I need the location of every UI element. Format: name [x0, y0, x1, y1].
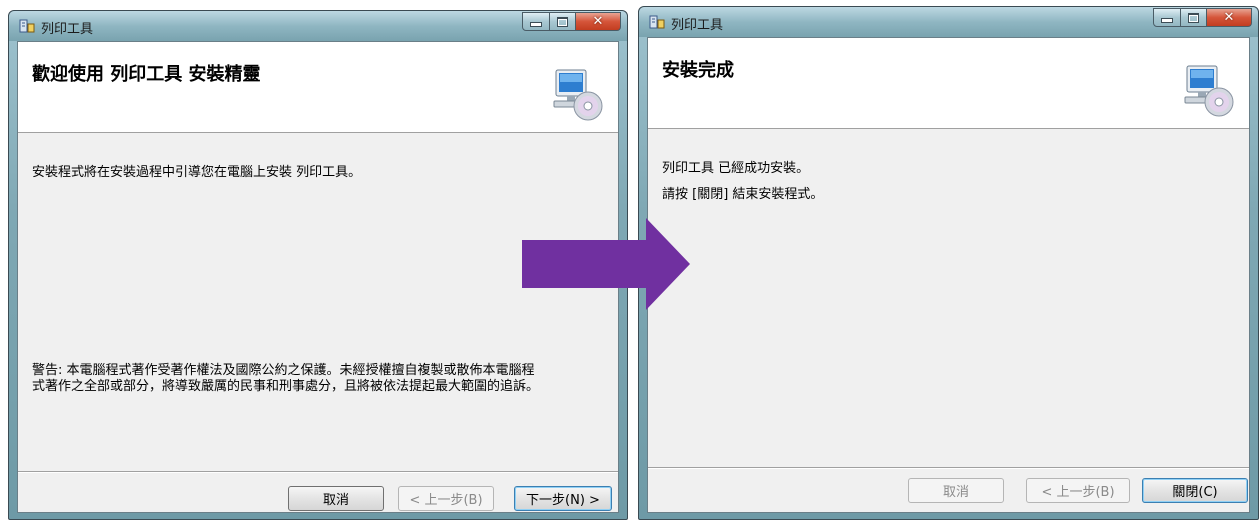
title-bar[interactable]: 列印工具 ✕ — [9, 11, 627, 41]
intro-text: 安裝程式將在安裝過程中引導您在電腦上安裝 列印工具。 — [32, 165, 362, 180]
setup-wizard-complete-window: 列印工具 ✕ 安裝完成 列印工具 已經成功安裝。 請按 [關閉] 結束安裝程式。… — [638, 6, 1259, 520]
right-arrow-icon — [522, 218, 690, 310]
footer-divider — [18, 471, 618, 473]
window-title: 列印工具 — [41, 22, 94, 37]
maximize-icon — [1188, 12, 1199, 23]
setup-icon — [19, 19, 35, 33]
setup-icon — [649, 15, 665, 29]
minimize-button[interactable] — [1153, 8, 1181, 27]
wizard-header: 安裝完成 — [648, 38, 1249, 129]
minimize-icon — [1161, 18, 1173, 23]
computer-cd-icon — [553, 69, 603, 121]
back-button[interactable]: < 上一步(B) — [1026, 478, 1130, 503]
close-instruction-text: 請按 [關閉] 結束安裝程式。 — [662, 187, 824, 202]
window-title: 列印工具 — [671, 18, 724, 33]
page-title: 安裝完成 — [662, 60, 734, 81]
footer-divider — [648, 467, 1249, 469]
wizard-client-area: 安裝完成 列印工具 已經成功安裝。 請按 [關閉] 結束安裝程式。 取消 < 上… — [647, 37, 1250, 513]
maximize-button[interactable] — [550, 12, 576, 31]
maximize-icon — [557, 16, 568, 27]
close-button[interactable]: ✕ — [1207, 8, 1252, 27]
minimize-button[interactable] — [522, 12, 550, 31]
page-title: 歡迎使用 列印工具 安裝精靈 — [32, 64, 261, 85]
close-dialog-button[interactable]: 關閉(C) — [1142, 478, 1248, 503]
back-button[interactable]: < 上一步(B) — [398, 486, 494, 511]
close-icon: ✕ — [1223, 10, 1235, 25]
install-success-text: 列印工具 已經成功安裝。 — [662, 161, 810, 176]
maximize-button[interactable] — [1181, 8, 1207, 27]
cancel-button[interactable]: 取消 — [908, 478, 1004, 503]
close-button[interactable]: ✕ — [576, 12, 621, 31]
close-icon: ✕ — [592, 14, 604, 29]
wizard-header: 歡迎使用 列印工具 安裝精靈 — [18, 42, 618, 133]
title-bar[interactable]: 列印工具 ✕ — [639, 7, 1258, 37]
minimize-icon — [530, 22, 542, 27]
cancel-button[interactable]: 取消 — [288, 486, 384, 511]
computer-cd-icon — [1184, 65, 1234, 117]
next-button[interactable]: 下一步(N) > — [514, 486, 612, 511]
copyright-warning-line2: 式著作之全部或部分，將導致嚴厲的民事和刑事處分，且將被依法提起最大範圍的追訴。 — [32, 379, 540, 394]
